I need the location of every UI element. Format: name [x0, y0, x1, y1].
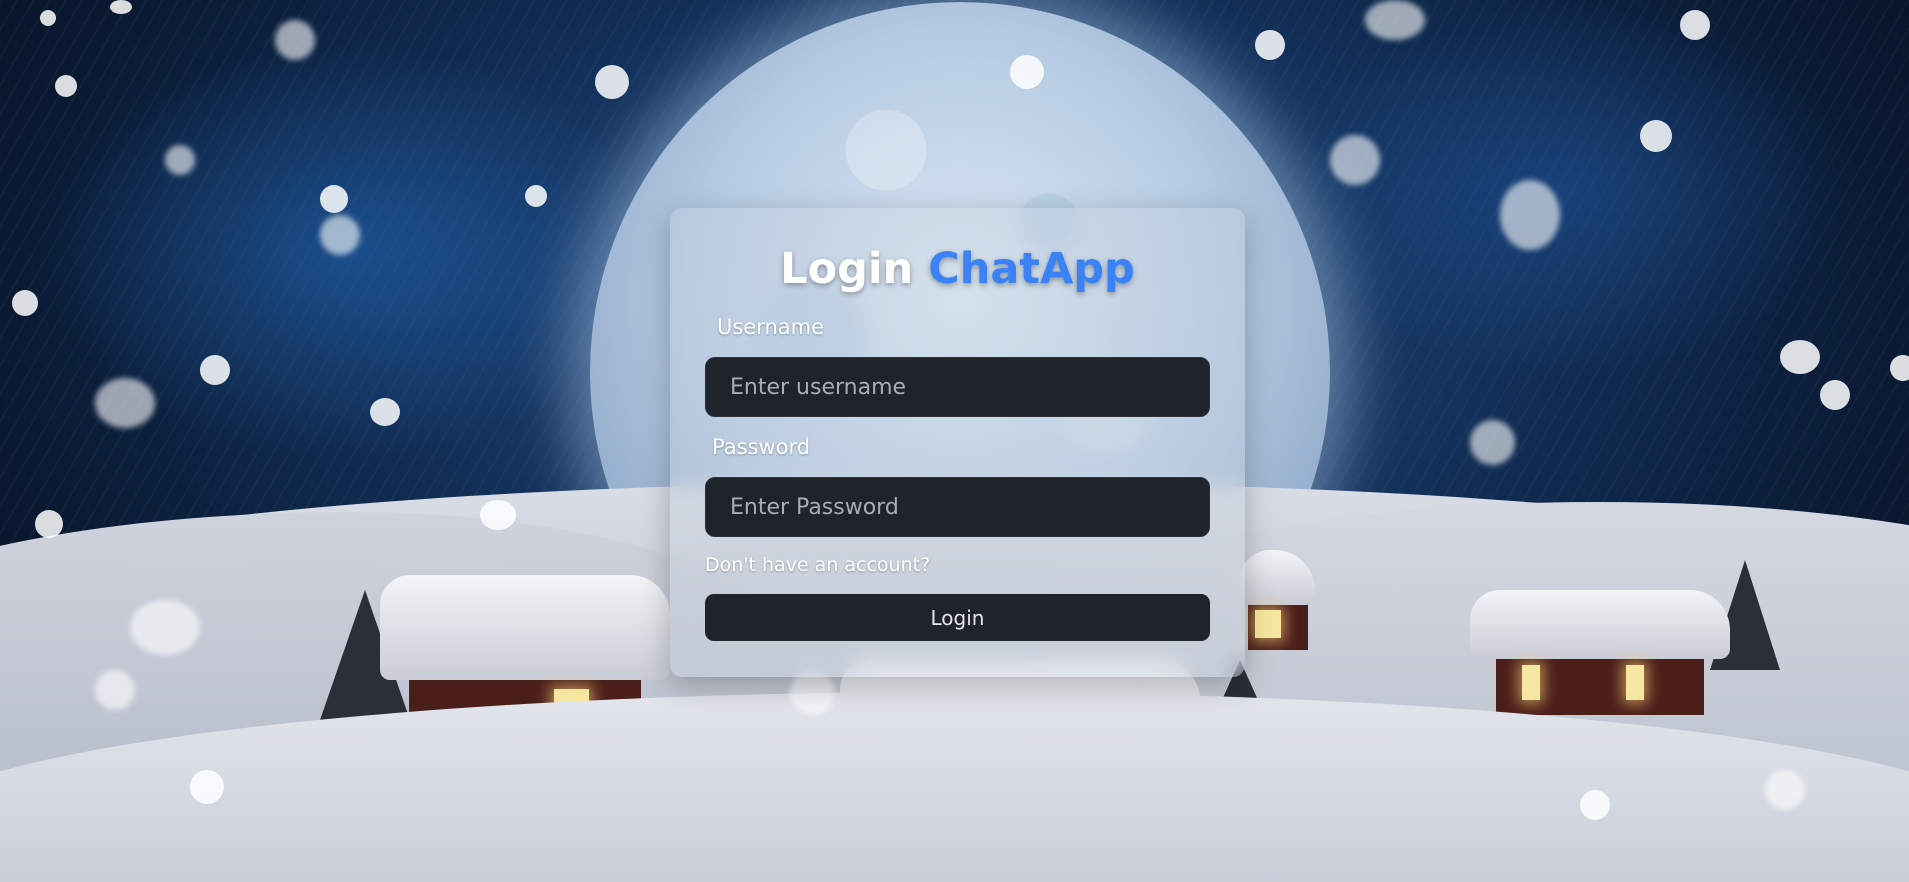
snowflake	[1765, 770, 1805, 810]
house-image	[1240, 550, 1315, 650]
snowflake	[275, 20, 315, 60]
snowflake	[1365, 0, 1425, 40]
snowflake	[1470, 420, 1515, 465]
snowflake	[1580, 790, 1610, 820]
house-window	[1255, 610, 1282, 638]
snowflake	[1330, 135, 1380, 185]
snowflake	[1010, 55, 1044, 89]
snowflake	[370, 398, 400, 426]
snowflake	[95, 378, 155, 428]
username-label: Username	[717, 315, 825, 339]
title-accent: ChatApp	[928, 244, 1135, 294]
house-image	[1470, 590, 1730, 715]
snowflake	[40, 10, 56, 26]
snowflake	[1890, 355, 1909, 381]
snowflake	[12, 290, 38, 316]
password-input[interactable]	[705, 477, 1210, 537]
snowflake	[320, 185, 348, 213]
snowflake	[320, 215, 360, 255]
snowflake	[110, 0, 132, 14]
snowflake	[595, 65, 629, 99]
snowflake	[95, 670, 135, 710]
snowflake	[130, 600, 200, 655]
login-button[interactable]: Login	[705, 594, 1210, 641]
sky-glow-right	[1289, 0, 1849, 380]
house-roof	[380, 575, 670, 680]
snowflake	[165, 145, 195, 175]
snowflake	[1500, 180, 1560, 250]
house-roof	[1240, 550, 1315, 605]
house-window	[1626, 665, 1645, 700]
password-label: Password	[712, 435, 811, 459]
house-roof	[1470, 590, 1730, 659]
login-card: Login ChatApp Username Password Don't ha…	[670, 208, 1245, 677]
snowflake	[55, 75, 77, 97]
house-window	[1522, 665, 1541, 700]
snowflake	[200, 355, 230, 385]
login-title: Login ChatApp	[670, 248, 1245, 291]
snowflake	[480, 500, 516, 530]
snowflake	[1640, 120, 1672, 152]
title-prefix: Login	[780, 244, 914, 294]
snowflake	[1255, 30, 1285, 60]
background-scene: Login ChatApp Username Password Don't ha…	[0, 0, 1909, 882]
snowflake	[35, 510, 63, 538]
snowflake	[1780, 340, 1820, 374]
snowflake	[525, 185, 547, 207]
snowflake	[1680, 10, 1710, 40]
snowflake	[190, 770, 224, 804]
username-input[interactable]	[705, 357, 1210, 417]
snowflake	[1820, 380, 1850, 410]
signup-link[interactable]: Don't have an account?	[705, 554, 930, 576]
